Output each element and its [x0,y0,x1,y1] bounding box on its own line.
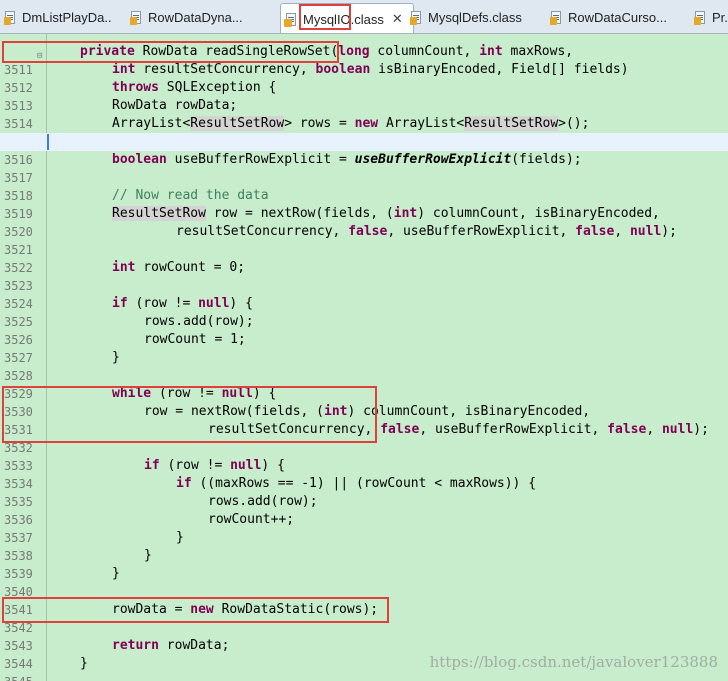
code-line: 3519 // Now read the data [0,187,728,221]
code-line: 3538 } [0,529,728,563]
line-code: while (row != null) { [112,386,277,401]
code-line: 3543 [0,619,728,653]
tab-label: RowDataDyna... [148,9,243,25]
code-line: 3531 row = nextRow(fields, (int) columnC… [0,403,728,437]
code-line: 3511 ⊟ private RowData readSingleRowSet(… [0,43,728,77]
code-line: 3539 } [0,547,728,581]
code-line: 3535 if ((maxRows == -1) || (rowCount < … [0,475,728,509]
line-code: int resultSetConcurrency, boolean isBina… [112,62,629,77]
code-editor[interactable]: 3511 ⊟ private RowData readSingleRowSet(… [0,34,728,681]
line-code: // Now read the data [112,188,269,203]
class-file-icon [284,12,298,27]
code-line: 3540 } [0,565,728,599]
line-code: ArrayList<ResultSetRow> rows = new Array… [112,116,590,131]
code-line: 3520 ResultSetRow row = nextRow(fields, … [0,205,728,239]
code-line: 3533 [0,439,728,473]
tab-label: MysqlIO.class [303,11,384,27]
tab-label: Pr... [712,9,728,25]
line-code: if ((maxRows == -1) || (rowCount < maxRo… [176,476,537,491]
line-code: throws SQLException { [112,80,277,95]
editor-tab-bar: DmListPlayDa... RowDataDyna... MysqlIO.c… [0,0,728,34]
code-line: 3541 [0,583,728,617]
class-file-icon [550,10,563,25]
line-code: rowCount++; [208,512,295,527]
line-code: resultSetConcurrency, false, useBufferRo… [176,224,677,239]
code-line: 3537 rowCount++; [0,511,728,545]
line-code: RowData rowData; [112,98,238,113]
line-code: rowCount = 1; [144,332,246,347]
code-line: 3512 int resultSetConcurrency, boolean i… [0,61,728,95]
tab-rowdatadyna[interactable]: RowDataDyna... [130,4,250,30]
tab-label: RowDataCurso... [568,9,667,25]
code-line: 3536 rows.add(row); [0,493,728,527]
code-line: 3522 [0,241,728,275]
code-line: 3513 throws SQLException { [0,79,728,113]
code-line: 3528 } [0,349,728,383]
line-code: rows.add(row); [208,494,318,509]
close-icon[interactable]: ✕ [392,11,403,27]
class-file-icon [4,10,17,25]
code-line: 3542 rowData = new RowDataStatic(rows); [0,601,728,635]
class-file-icon [410,10,423,25]
line-code: } [112,350,120,365]
tab-mysqldefs-class[interactable]: MysqlDefs.class [410,4,532,30]
tab-label: MysqlDefs.class [428,9,522,25]
line-code: return rowData; [112,638,230,653]
code-line: 3534 if (row != null) { [0,457,728,491]
class-file-icon [130,10,143,25]
code-line: 3518 [0,169,728,203]
code-line: 3525 if (row != null) { [0,295,728,329]
code-line: 3532 resultSetConcurrency, false, useBuf… [0,421,728,455]
class-file-icon [694,10,707,25]
tab-pr[interactable]: Pr... [694,4,728,30]
text-cursor [47,134,49,150]
line-code: int rowCount = 0; [112,260,246,275]
tab-mysqlio-class[interactable]: MysqlIO.class ✕ [280,3,414,33]
line-code: private RowData readSingleRowSet(long co… [80,44,574,59]
code-line: 3521 resultSetConcurrency, false, useBuf… [0,223,728,257]
code-line: 3527 rowCount = 1; [0,331,728,365]
tab-dmlistplayda[interactable]: DmListPlayDa... [4,4,112,30]
code-line: 3524 [0,277,728,311]
tab-rowdatacurso[interactable]: RowDataCurso... [550,4,686,30]
code-line: 3515 ArrayList<ResultSetRow> rows = new … [0,115,728,149]
line-code: } [176,530,184,545]
line-code: } [80,656,88,671]
code-line: 3529 [0,367,728,401]
code-line: 3526 rows.add(row); [0,313,728,347]
current-code-line: 3516 [0,133,728,167]
code-line: 3514 RowData rowData; [0,97,728,131]
line-code: rows.add(row); [144,314,254,329]
code-line: 3530 while (row != null) { [0,385,728,419]
code-line: 3546 [0,673,728,681]
line-code: row = nextRow(fields, (int) columnCount,… [144,404,591,419]
watermark: https://blog.csdn.net/javalover123888 [429,653,718,671]
code-line: 3523 int rowCount = 0; [0,259,728,293]
code-line: 3517 boolean useBufferRowExplicit = useB… [0,151,728,185]
line-code: ResultSetRow row = nextRow(fields, (int)… [112,206,660,221]
line-code: rowData = new RowDataStatic(rows); [112,602,379,617]
line-code: } [144,548,152,563]
line-code: resultSetConcurrency, false, useBufferRo… [208,422,709,437]
tab-label: DmListPlayDa... [22,9,112,25]
line-code: boolean useBufferRowExplicit = useBuffer… [112,152,582,167]
line-code: } [112,566,120,581]
line-code: if (row != null) { [112,296,253,311]
line-code: if (row != null) { [144,458,285,473]
